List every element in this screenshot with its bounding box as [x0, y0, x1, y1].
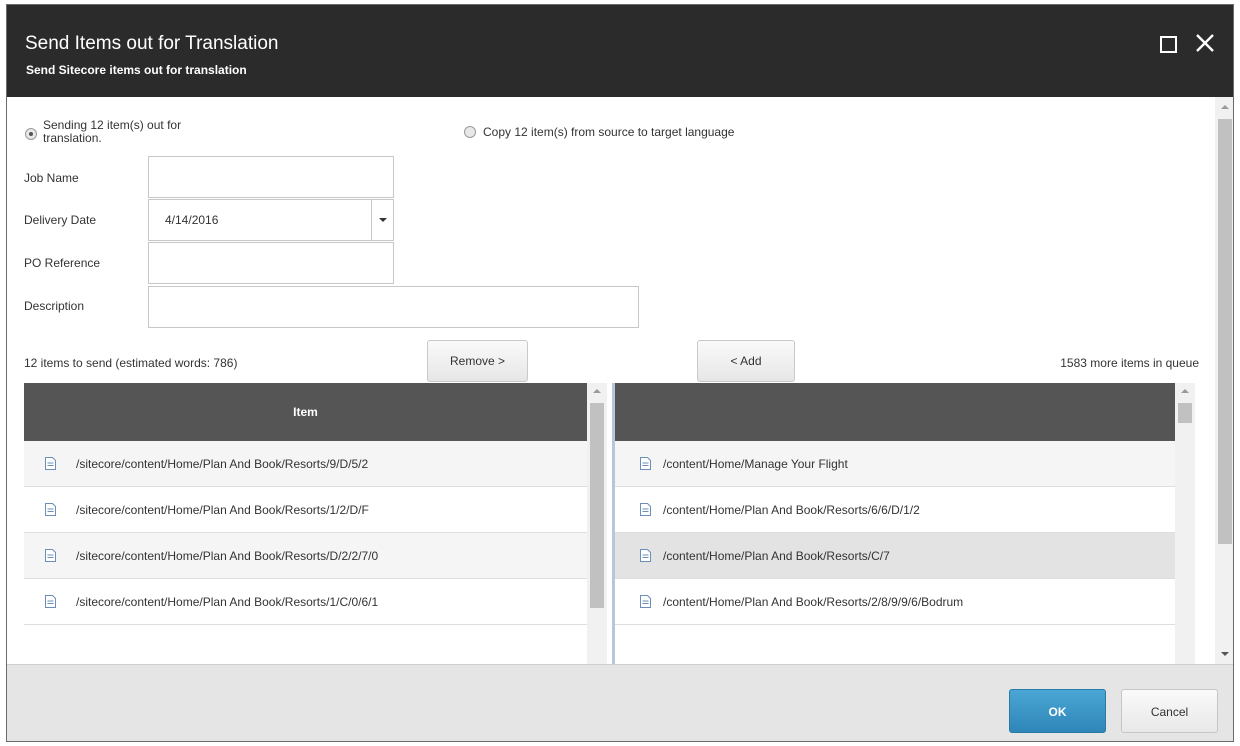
- scroll-up-icon[interactable]: [593, 389, 601, 393]
- dialog-footer: OK Cancel: [7, 664, 1233, 741]
- dialog-header: Send Items out for Translation Send Site…: [7, 5, 1233, 97]
- item-column-header[interactable]: Item: [24, 383, 587, 441]
- list-item[interactable]: [615, 625, 1175, 664]
- list-item-selected[interactable]: /content/Home/Plan And Book/Resorts/C/7: [615, 533, 1175, 579]
- dialog-scrollbar[interactable]: [1215, 97, 1233, 664]
- scroll-down-icon[interactable]: [1221, 652, 1229, 656]
- list-item-label: /sitecore/content/Home/Plan And Book/Res…: [76, 595, 379, 609]
- scroll-up-icon[interactable]: [1181, 389, 1189, 393]
- document-icon: [640, 457, 651, 470]
- list-item[interactable]: /sitecore/content/Home/Plan And Book/Res…: [24, 441, 587, 487]
- left-list-scrollbar[interactable]: [587, 383, 607, 664]
- ok-button[interactable]: OK: [1009, 689, 1106, 733]
- send-translation-dialog: Send Items out for Translation Send Site…: [6, 4, 1234, 742]
- job-name-field[interactable]: [148, 156, 394, 198]
- remove-button[interactable]: Remove >: [427, 340, 528, 382]
- list-item-label: /content/Home/Manage Your Flight: [663, 457, 848, 471]
- document-icon: [45, 549, 56, 562]
- description-field[interactable]: [148, 286, 639, 328]
- po-reference-field[interactable]: [148, 242, 394, 284]
- send-option-radio[interactable]: [25, 128, 37, 140]
- document-icon: [640, 503, 651, 516]
- job-name-label: Job Name: [24, 171, 79, 185]
- list-item[interactable]: /content/Home/Plan And Book/Resorts/2/8/…: [615, 579, 1175, 625]
- dialog-body: Sending 12 item(s) out for translation. …: [7, 97, 1233, 664]
- list-item-label: /content/Home/Plan And Book/Resorts/C/7: [663, 549, 890, 563]
- selected-items-list: Item /sitecore/content/Home/Plan And Boo…: [24, 383, 607, 664]
- chevron-down-icon[interactable]: [371, 200, 393, 240]
- send-option-label: Sending 12 item(s) out for translation.: [43, 118, 182, 145]
- queue-column-header[interactable]: [615, 383, 1175, 441]
- description-label: Description: [24, 299, 85, 313]
- dialog-title: Send Items out for Translation: [25, 33, 279, 54]
- dialog-subtitle: Send Sitecore items out for translation: [26, 63, 247, 77]
- list-item[interactable]: /content/Home/Plan And Book/Resorts/6/6/…: [615, 487, 1175, 533]
- list-item[interactable]: /sitecore/content/Home/Plan And Book/Res…: [24, 579, 587, 625]
- copy-option-radio[interactable]: [464, 126, 476, 138]
- po-reference-label: PO Reference: [24, 256, 101, 270]
- queue-count-text: 1583 more items in queue: [1060, 356, 1199, 370]
- scroll-thumb[interactable]: [1218, 119, 1232, 544]
- list-item-label: /content/Home/Plan And Book/Resorts/6/6/…: [663, 503, 920, 517]
- scroll-thumb[interactable]: [590, 403, 604, 608]
- scroll-up-icon[interactable]: [1221, 105, 1229, 109]
- close-icon[interactable]: [1191, 29, 1219, 57]
- right-list-scrollbar[interactable]: [1175, 383, 1195, 664]
- list-item[interactable]: /sitecore/content/Home/Plan And Book/Res…: [24, 487, 587, 533]
- add-button[interactable]: < Add: [697, 340, 795, 382]
- queue-items-list: /content/Home/Manage Your Flight /conten…: [612, 383, 1195, 664]
- delivery-date-label: Delivery Date: [24, 213, 97, 227]
- scroll-thumb[interactable]: [1178, 403, 1192, 423]
- maximize-icon[interactable]: [1160, 36, 1177, 53]
- delivery-date-select[interactable]: 4/14/2016: [148, 199, 394, 241]
- copy-option-label: Copy 12 item(s) from source to target la…: [483, 125, 735, 139]
- document-icon: [640, 595, 651, 608]
- items-count-text: 12 items to send (estimated words: 786): [24, 356, 238, 370]
- document-icon: [640, 549, 651, 562]
- list-item-label: /sitecore/content/Home/Plan And Book/Res…: [76, 549, 379, 563]
- list-item-label: /sitecore/content/Home/Plan And Book/Res…: [76, 503, 369, 517]
- list-item-label: /sitecore/content/Home/Plan And Book/Res…: [76, 457, 369, 471]
- delivery-date-value: 4/14/2016: [165, 213, 219, 227]
- list-item[interactable]: /content/Home/Manage Your Flight: [615, 441, 1175, 487]
- list-item[interactable]: /sitecore/content/Home/Plan And Book/Res…: [24, 533, 587, 579]
- list-item[interactable]: [24, 625, 587, 664]
- cancel-button[interactable]: Cancel: [1121, 689, 1218, 733]
- document-icon: [45, 503, 56, 516]
- document-icon: [45, 457, 56, 470]
- list-item-label: /content/Home/Plan And Book/Resorts/2/8/…: [663, 595, 964, 609]
- document-icon: [45, 595, 56, 608]
